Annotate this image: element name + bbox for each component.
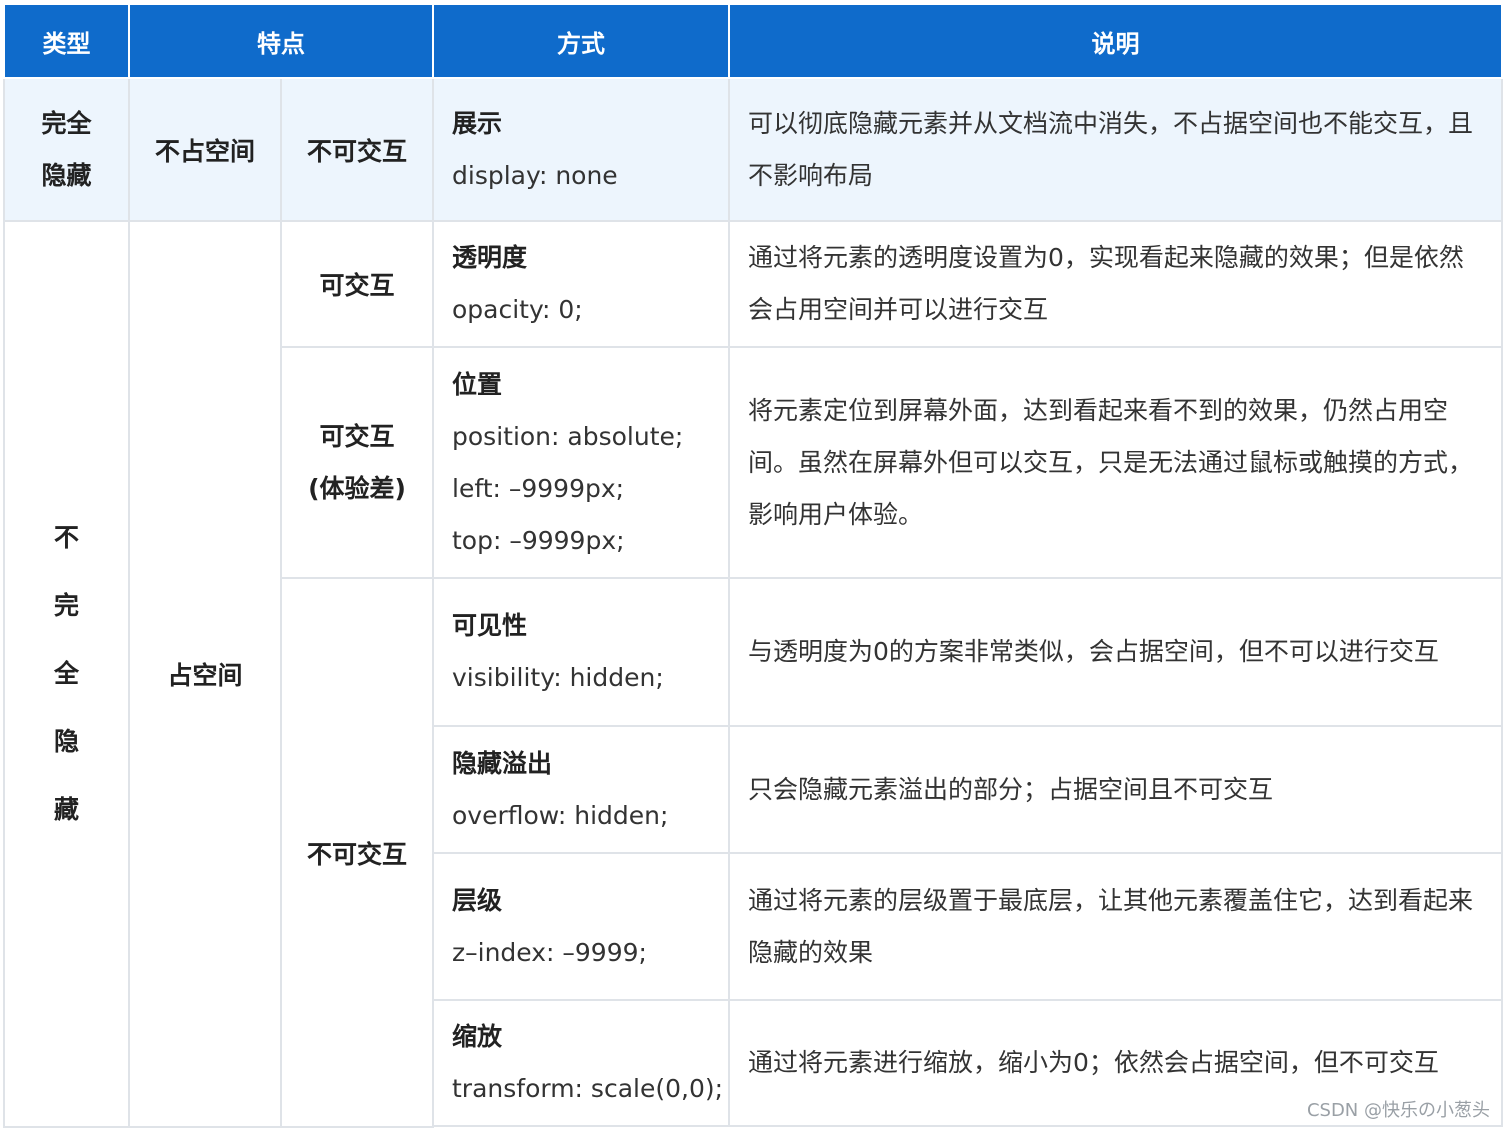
method-title: 隐藏溢出	[452, 748, 553, 778]
description-cell: 通过将元素的层级置于最底层，让其他元素覆盖住它，达到看起来隐藏的效果	[728, 852, 1503, 1001]
method-code: transform: scale(0,0);	[452, 1074, 724, 1103]
interact-cell-position: 可交互 (体验差)	[280, 346, 434, 579]
description-cell: 将元素定位到屏幕外面，达到看起来看不到的效果，仍然占用空间。虽然在屏幕外但可以交…	[728, 346, 1503, 579]
method-code: visibility: hidden;	[452, 663, 664, 692]
method-code: display: none	[452, 160, 618, 190]
space-cell-occupy: 占空间	[128, 220, 282, 1128]
method-code: top: –9999px;	[452, 525, 625, 555]
header-type: 类型	[3, 3, 130, 79]
method-cell-zindex: 层级 z–index: –9999;	[432, 852, 730, 1001]
method-title: 透明度	[452, 243, 528, 272]
method-cell-overflow: 隐藏溢出 overflow: hidden;	[432, 725, 730, 854]
method-code: opacity: 0;	[452, 295, 583, 324]
method-code: overflow: hidden;	[452, 800, 669, 830]
header-row: 类型 特点 方式 说明	[3, 3, 1503, 79]
row-display-none: 完全 隐藏 不占空间 不可交互 展示 display: none 可以彻底隐藏元…	[3, 77, 1503, 222]
watermark: CSDN @快乐の小葱头	[1306, 1100, 1490, 1121]
space-cell: 不占空间	[128, 77, 282, 222]
header-method: 方式	[432, 3, 730, 79]
method-code: position: absolute;	[452, 421, 684, 451]
method-cell-visibility: 可见性 visibility: hidden;	[432, 577, 730, 727]
description-cell: 只会隐藏元素溢出的部分；占据空间且不可交互	[728, 725, 1503, 854]
description-cell: 可以彻底隐藏元素并从文档流中消失，不占据空间也不能交互，且不影响布局	[728, 77, 1503, 222]
interact-cell-opacity: 可交互	[280, 220, 434, 348]
header-feature: 特点	[128, 3, 434, 79]
method-title: 缩放	[452, 1022, 503, 1051]
method-title: 展示	[452, 108, 503, 138]
interact-cell-non: 不可交互	[280, 577, 434, 1128]
method-title: 位置	[452, 369, 503, 399]
header-description: 说明	[728, 3, 1503, 79]
description-cell: 通过将元素的透明度设置为0，实现看起来隐藏的效果；但是依然会占用空间并可以进行交…	[728, 220, 1503, 348]
row-opacity: 不 完 全 隐 藏 占空间 可交互 透明度 opacity: 0; 通过将元素的…	[3, 220, 1503, 1128]
method-cell-opacity: 透明度 opacity: 0;	[432, 220, 730, 348]
method-title: 可见性	[452, 611, 528, 640]
method-title: 层级	[452, 885, 503, 915]
method-cell: 展示 display: none	[432, 77, 730, 222]
interact-cell: 不可交互	[280, 77, 434, 222]
method-cell-position: 位置 position: absolute; left: –9999px; to…	[432, 346, 730, 579]
hiding-methods-table: 类型 特点 方式 说明 完全 隐藏 不占空间 不可交互 展示 display: …	[3, 3, 1503, 1128]
method-cell-scale: 缩放 transform: scale(0,0);	[432, 999, 730, 1127]
category-full-hide: 完全 隐藏	[3, 77, 130, 222]
method-code: left: –9999px;	[452, 473, 625, 503]
category-partial-hide: 不 完 全 隐 藏	[3, 220, 130, 1128]
description-cell: 与透明度为0的方案非常类似，会占据空间，但不可以进行交互	[728, 577, 1503, 727]
method-code: z–index: –9999;	[452, 937, 647, 967]
